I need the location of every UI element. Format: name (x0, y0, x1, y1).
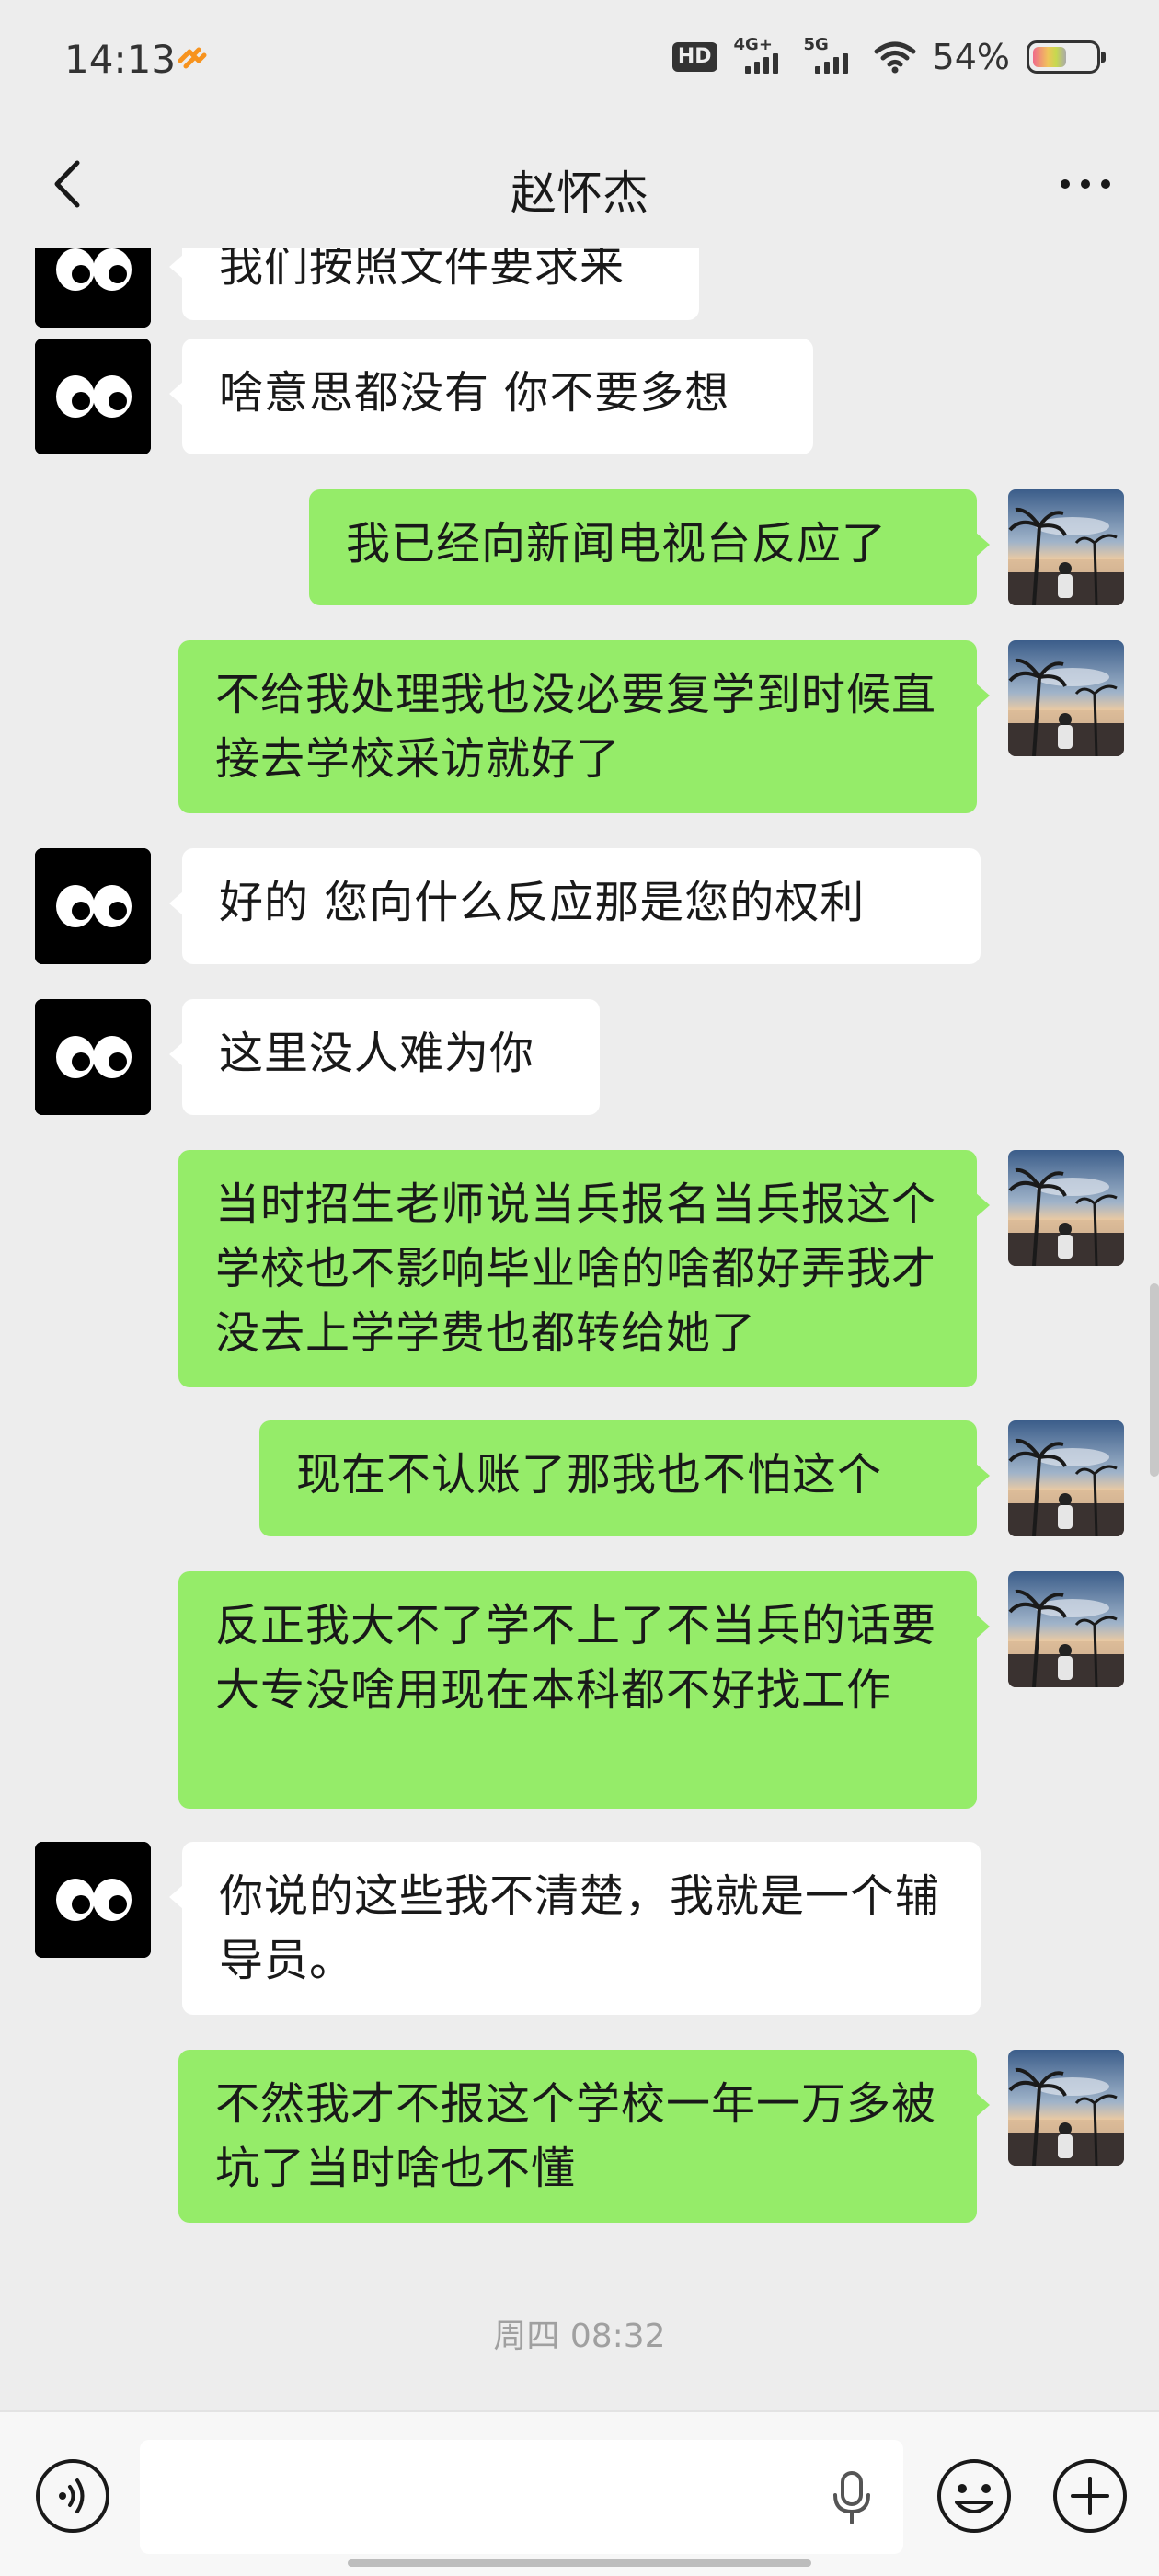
battery-percent: 54% (932, 37, 1010, 77)
message-bubble[interactable]: 好的 您向什么反应那是您的权利 (169, 848, 981, 964)
message-bubble[interactable]: 我们按照文件要求来 (169, 248, 699, 320)
input-bar (0, 2410, 1159, 2576)
emoji-icon[interactable] (935, 2456, 1014, 2536)
message-bubble[interactable]: 不给我处理我也没必要复学到时候直接去学校采访就好了 (178, 640, 990, 813)
contact-avatar[interactable] (35, 339, 151, 454)
signal-5g-icon: 5G (804, 35, 857, 75)
message-list[interactable]: 我们按照文件要求来 啥意思都没有 你不要多想 我已经向新闻电视台反应了 不给我处… (0, 248, 1159, 2410)
battery-fill (1033, 47, 1066, 67)
notification-badge-icon (178, 47, 207, 69)
message-input[interactable] (140, 2440, 903, 2554)
contact-avatar[interactable] (35, 999, 151, 1115)
message-bubble[interactable]: 不然我才不报这个学校一年一万多被坑了当时啥也不懂 (178, 2050, 990, 2223)
status-bar: 14:13 HD 4G+ 5G 54% (0, 0, 1159, 120)
mic-icon[interactable] (826, 2469, 878, 2526)
message-bubble[interactable]: 我已经向新闻电视台反应了 (309, 489, 990, 605)
battery-icon (1027, 40, 1106, 74)
network-type-label: 4G+ (733, 35, 773, 54)
my-avatar[interactable] (1008, 640, 1124, 756)
my-avatar[interactable] (1008, 1150, 1124, 1266)
message-bubble[interactable]: 啥意思都没有 你不要多想 (169, 339, 813, 454)
hd-voice-icon: HD (671, 42, 717, 72)
chat-title: 赵怀杰 (511, 167, 648, 220)
message-bubble[interactable]: 这里没人难为你 (169, 999, 600, 1115)
message-bubble[interactable]: 你说的这些我不清楚，我就是一个辅导员。 (169, 1842, 981, 2015)
message-bubble[interactable]: 反正我大不了学不上了不当兵的话要大专没啥用现在本科都不好找工作 (178, 1571, 990, 1809)
plus-icon[interactable] (1050, 2456, 1130, 2536)
my-avatar[interactable] (1008, 2050, 1124, 2166)
message-bubble[interactable]: 现在不认账了那我也不怕这个 (259, 1420, 990, 1536)
contact-avatar[interactable] (35, 848, 151, 964)
my-avatar[interactable] (1008, 489, 1124, 605)
message-bubble[interactable]: 当时招生老师说当兵报名当兵报这个学校也不影响毕业啥的啥都好弄我才没去上学学费也都… (178, 1150, 990, 1387)
my-avatar[interactable] (1008, 1571, 1124, 1687)
scrollbar[interactable] (1150, 1283, 1159, 1477)
more-options-button[interactable] (1049, 156, 1122, 212)
wifi-icon (874, 41, 916, 74)
contact-avatar[interactable] (35, 248, 151, 328)
message-timestamp: 周四 08:32 (493, 2317, 666, 2355)
signal-4g-icon: 4G+ (734, 35, 787, 75)
my-avatar[interactable] (1008, 1420, 1124, 1536)
network-type-label: 5G (803, 35, 829, 54)
voice-icon[interactable] (33, 2456, 112, 2536)
home-indicator[interactable] (348, 2559, 811, 2567)
status-time: 14:13 (64, 37, 177, 82)
contact-avatar[interactable] (35, 1842, 151, 1958)
chat-header: 赵怀杰 (0, 120, 1159, 248)
